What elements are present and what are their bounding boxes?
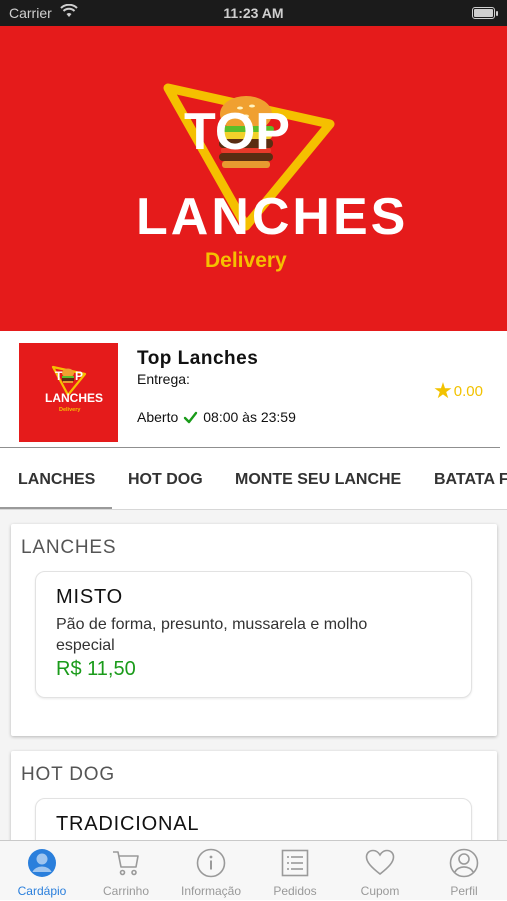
bottom-tab-bar: Cardápio Carrinho Informação Pedidos Cup… bbox=[0, 840, 507, 900]
product-name: MISTO bbox=[56, 586, 123, 608]
status-bar: Carrier 11:23 AM bbox=[0, 0, 507, 26]
store-thumbnail: T P LANCHES Delivery bbox=[19, 343, 118, 442]
tab-label: Cupom bbox=[360, 884, 400, 898]
tab-batata[interactable]: BATATA F bbox=[434, 448, 507, 510]
store-logo: TOP LANCHES Delivery bbox=[136, 83, 408, 272]
tab-label: Pedidos bbox=[273, 884, 317, 898]
tab-label: Carrinho bbox=[102, 884, 150, 898]
logo-text-top: TOP bbox=[184, 103, 290, 161]
product-card-misto[interactable]: MISTO Pão de forma, presunto, mussarela … bbox=[35, 571, 472, 698]
info-icon bbox=[196, 848, 226, 878]
store-rating: ★ 0.00 bbox=[433, 380, 483, 402]
section-title: HOT DOG bbox=[21, 764, 115, 785]
store-status: Aberto bbox=[137, 409, 179, 425]
battery-icon bbox=[472, 7, 498, 19]
tab-cardapio[interactable]: Cardápio bbox=[0, 841, 84, 901]
store-info: T P LANCHES Delivery Top Lanches Entrega… bbox=[0, 331, 507, 448]
product-price: R$ 11,50 bbox=[56, 658, 136, 680]
menu-list[interactable]: LANCHES MISTO Pão de forma, presunto, mu… bbox=[0, 510, 507, 840]
section-title: LANCHES bbox=[21, 537, 117, 558]
tab-cupom[interactable]: Cupom bbox=[338, 841, 422, 901]
menu-section-lanches: LANCHES MISTO Pão de forma, presunto, mu… bbox=[11, 524, 497, 736]
heart-icon bbox=[365, 849, 395, 876]
tab-label: Informação bbox=[180, 884, 242, 898]
category-tabs: LANCHES HOT DOG MONTE SEU LANCHE BATATA … bbox=[0, 448, 507, 510]
store-name: Top Lanches bbox=[137, 348, 259, 369]
product-description: Pão de forma, presunto, mussarela e molh… bbox=[56, 616, 368, 654]
logo-text-main: LANCHES bbox=[136, 188, 408, 246]
product-card-tradicional[interactable]: TRADICIONAL bbox=[35, 798, 472, 840]
store-hours: Aberto 08:00 às 23:59 bbox=[137, 409, 296, 425]
tab-pedidos[interactable]: Pedidos bbox=[253, 841, 337, 901]
tab-carrinho[interactable]: Carrinho bbox=[84, 841, 168, 901]
list-icon bbox=[281, 849, 309, 877]
tab-informacao[interactable]: Informação bbox=[169, 841, 253, 901]
svg-text:P: P bbox=[75, 369, 83, 383]
user-circle-icon bbox=[28, 849, 56, 877]
star-icon: ★ bbox=[433, 378, 453, 403]
clock: 11:23 AM bbox=[223, 5, 284, 21]
tab-hot-dog[interactable]: HOT DOG bbox=[128, 448, 203, 510]
svg-text:Delivery: Delivery bbox=[59, 407, 81, 413]
logo-text-sub: Delivery bbox=[205, 249, 287, 272]
svg-text:LANCHES: LANCHES bbox=[45, 391, 103, 405]
menu-section-hot-dog: HOT DOG TRADICIONAL bbox=[11, 751, 497, 840]
tab-perfil[interactable]: Perfil bbox=[422, 841, 506, 901]
opening-hours: 08:00 às 23:59 bbox=[203, 409, 296, 425]
delivery-label: Entrega: bbox=[137, 371, 190, 387]
person-icon bbox=[449, 848, 479, 878]
tab-monte-seu-lanche[interactable]: MONTE SEU LANCHE bbox=[235, 448, 401, 510]
tab-lanches[interactable]: LANCHES bbox=[18, 448, 95, 510]
cart-icon bbox=[113, 851, 139, 876]
check-icon bbox=[184, 411, 198, 423]
store-banner: TOP LANCHES Delivery bbox=[0, 26, 507, 331]
tab-label: Cardápio bbox=[17, 884, 67, 898]
tab-label: Perfil bbox=[450, 884, 478, 898]
product-name: TRADICIONAL bbox=[56, 813, 200, 835]
svg-text:T: T bbox=[55, 369, 63, 383]
rating-value: 0.00 bbox=[453, 382, 483, 400]
